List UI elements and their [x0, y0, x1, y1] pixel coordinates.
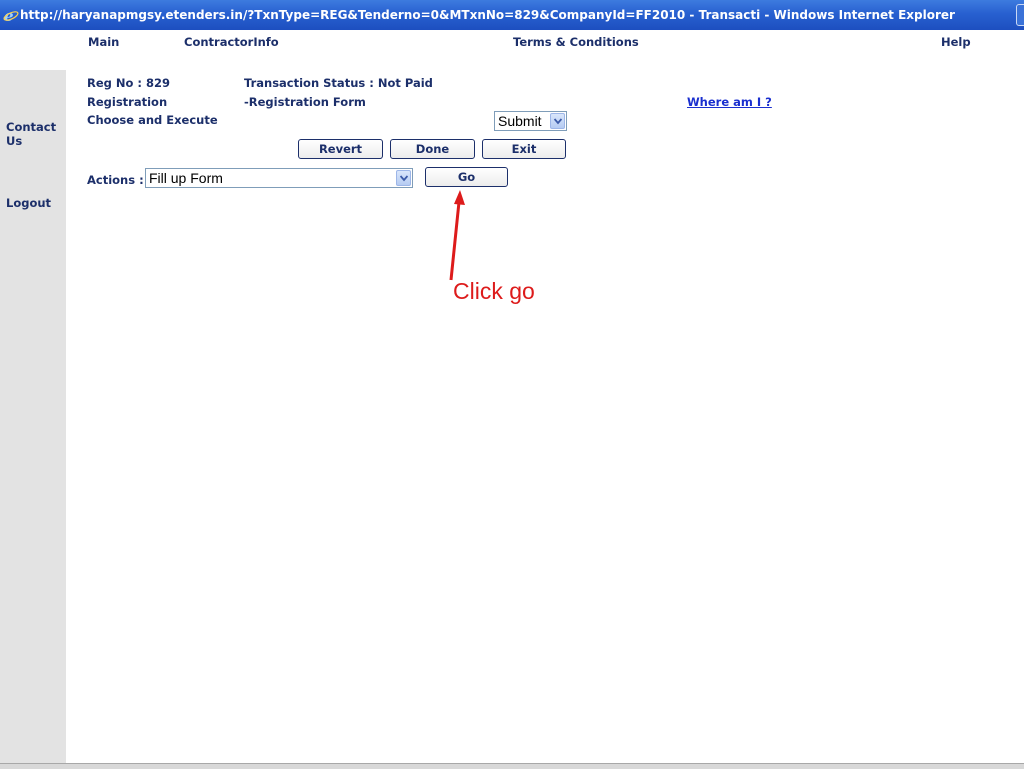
nav-contractor-info[interactable]: ContractorInfo [184, 35, 279, 49]
sidebar: Contact Us Logout [0, 70, 66, 763]
exit-button[interactable]: Exit [482, 139, 566, 159]
choose-execute-label: Choose and Execute [87, 113, 218, 127]
registration-label: Registration [87, 95, 168, 109]
nav-main[interactable]: Main [88, 35, 119, 49]
done-button[interactable]: Done [390, 139, 475, 159]
execute-select[interactable]: Submit [494, 111, 567, 131]
where-am-i-link[interactable]: Where am I ? [687, 95, 772, 109]
actions-select[interactable]: Fill up Form [145, 168, 413, 188]
registration-form-label: -Registration Form [244, 95, 366, 109]
window-titlebar: e http://haryanapmgsy.etenders.in/?TxnTy… [0, 0, 1024, 30]
dropdown-arrow-icon[interactable] [396, 170, 411, 186]
window-controls[interactable] [1016, 4, 1024, 26]
top-navigation: Main ContractorInfo Terms & Conditions H… [0, 30, 1024, 54]
contact-label-line2: Us [6, 134, 23, 148]
dropdown-arrow-icon[interactable] [550, 113, 565, 129]
transaction-status: Transaction Status : Not Paid [244, 76, 433, 90]
nav-terms-conditions[interactable]: Terms & Conditions [513, 35, 639, 49]
sidebar-contact-us[interactable]: Contact Us [6, 120, 56, 148]
actions-select-value: Fill up Form [149, 170, 223, 186]
annotation-text: Click go [453, 278, 535, 304]
actions-label: Actions : [87, 173, 144, 187]
window-title: http://haryanapmgsy.etenders.in/?TxnType… [20, 8, 955, 22]
go-button[interactable]: Go [425, 167, 508, 187]
revert-button[interactable]: Revert [298, 139, 383, 159]
contact-label-line1: Contact [6, 120, 57, 134]
nav-help[interactable]: Help [941, 35, 971, 49]
sidebar-logout[interactable]: Logout [6, 196, 51, 210]
status-bar-edge [0, 763, 1024, 769]
execute-select-value: Submit [498, 113, 542, 129]
internet-explorer-icon: e [3, 7, 19, 23]
reg-no: Reg No : 829 [87, 76, 171, 90]
annotation-arrow-icon [449, 190, 465, 281]
